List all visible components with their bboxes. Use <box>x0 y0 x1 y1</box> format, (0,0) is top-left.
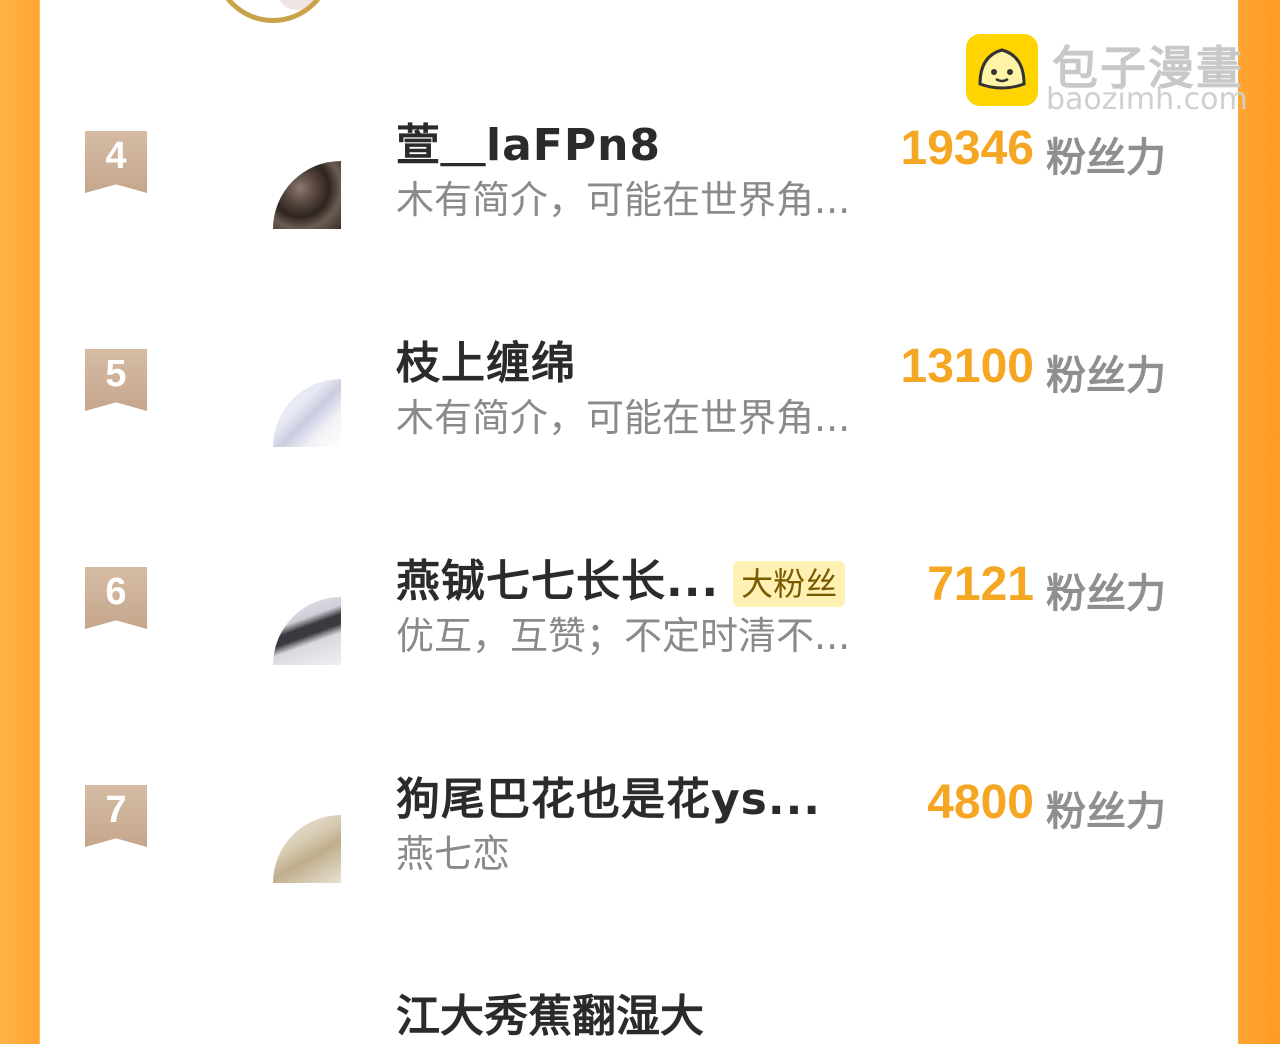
fan-score-unit: 粉丝力 <box>1046 789 1166 835</box>
user-description: 燕七恋 <box>396 832 511 876</box>
user-name[interactable]: 萱＿laFPn8 <box>396 109 661 173</box>
fan-score: 7121 <box>927 558 1034 611</box>
avatar[interactable] <box>273 379 341 447</box>
user-description: 木有简介，可能在世界角... <box>396 396 851 440</box>
user-name[interactable]: 枝上缠绵 <box>396 327 576 391</box>
user-name[interactable]: 燕铖七七长长... 大粉丝 <box>396 545 846 609</box>
bun-logo-icon <box>966 34 1038 106</box>
big-fan-badge: 大粉丝 <box>733 561 846 607</box>
watermark-url: baozimh.com <box>1046 82 1248 117</box>
rank-badge: 6 <box>85 567 147 629</box>
avatar[interactable] <box>273 815 341 883</box>
ranking-row[interactable]: 7 狗尾巴花也是花ys... 燕七恋 4800 粉丝力 <box>0 774 1280 945</box>
fan-score: 4800 <box>927 776 1034 829</box>
ranking-row[interactable]: 6 燕铖七七长长... 大粉丝 优互，互赞；不定时清不... 7121 粉丝力 <box>0 556 1280 727</box>
fan-score-unit: 粉丝力 <box>1046 353 1166 399</box>
user-description: 优互，互赞；不定时清不... <box>396 614 851 658</box>
user-name[interactable]: 狗尾巴花也是花ys... <box>396 763 821 827</box>
user-name-text[interactable]: 燕铖七七长长... <box>396 556 719 607</box>
rank-badge: 5 <box>85 349 147 411</box>
user-description: 木有简介，可能在世界角... <box>396 178 851 222</box>
fan-score: 13100 <box>900 340 1034 393</box>
rank-badge: 7 <box>85 785 147 847</box>
fan-score-unit: 粉丝力 <box>1046 135 1166 181</box>
user-name-partial[interactable]: 江大秀蕉翻湿大 <box>396 980 704 1044</box>
watermark: 包子漫畫 baozimh.com <box>966 34 1266 117</box>
fan-score-unit: 粉丝力 <box>1046 571 1166 617</box>
rank-badge: 4 <box>85 131 147 193</box>
ranking-row[interactable]: 4 萱＿laFPn8 木有简介，可能在世界角... 19346 粉丝力 <box>0 120 1280 291</box>
avatar[interactable] <box>273 161 341 229</box>
ranking-row[interactable]: 5 枝上缠绵 木有简介，可能在世界角... 13100 粉丝力 <box>0 338 1280 509</box>
fan-score: 19346 <box>900 122 1034 175</box>
avatar[interactable] <box>273 597 341 665</box>
